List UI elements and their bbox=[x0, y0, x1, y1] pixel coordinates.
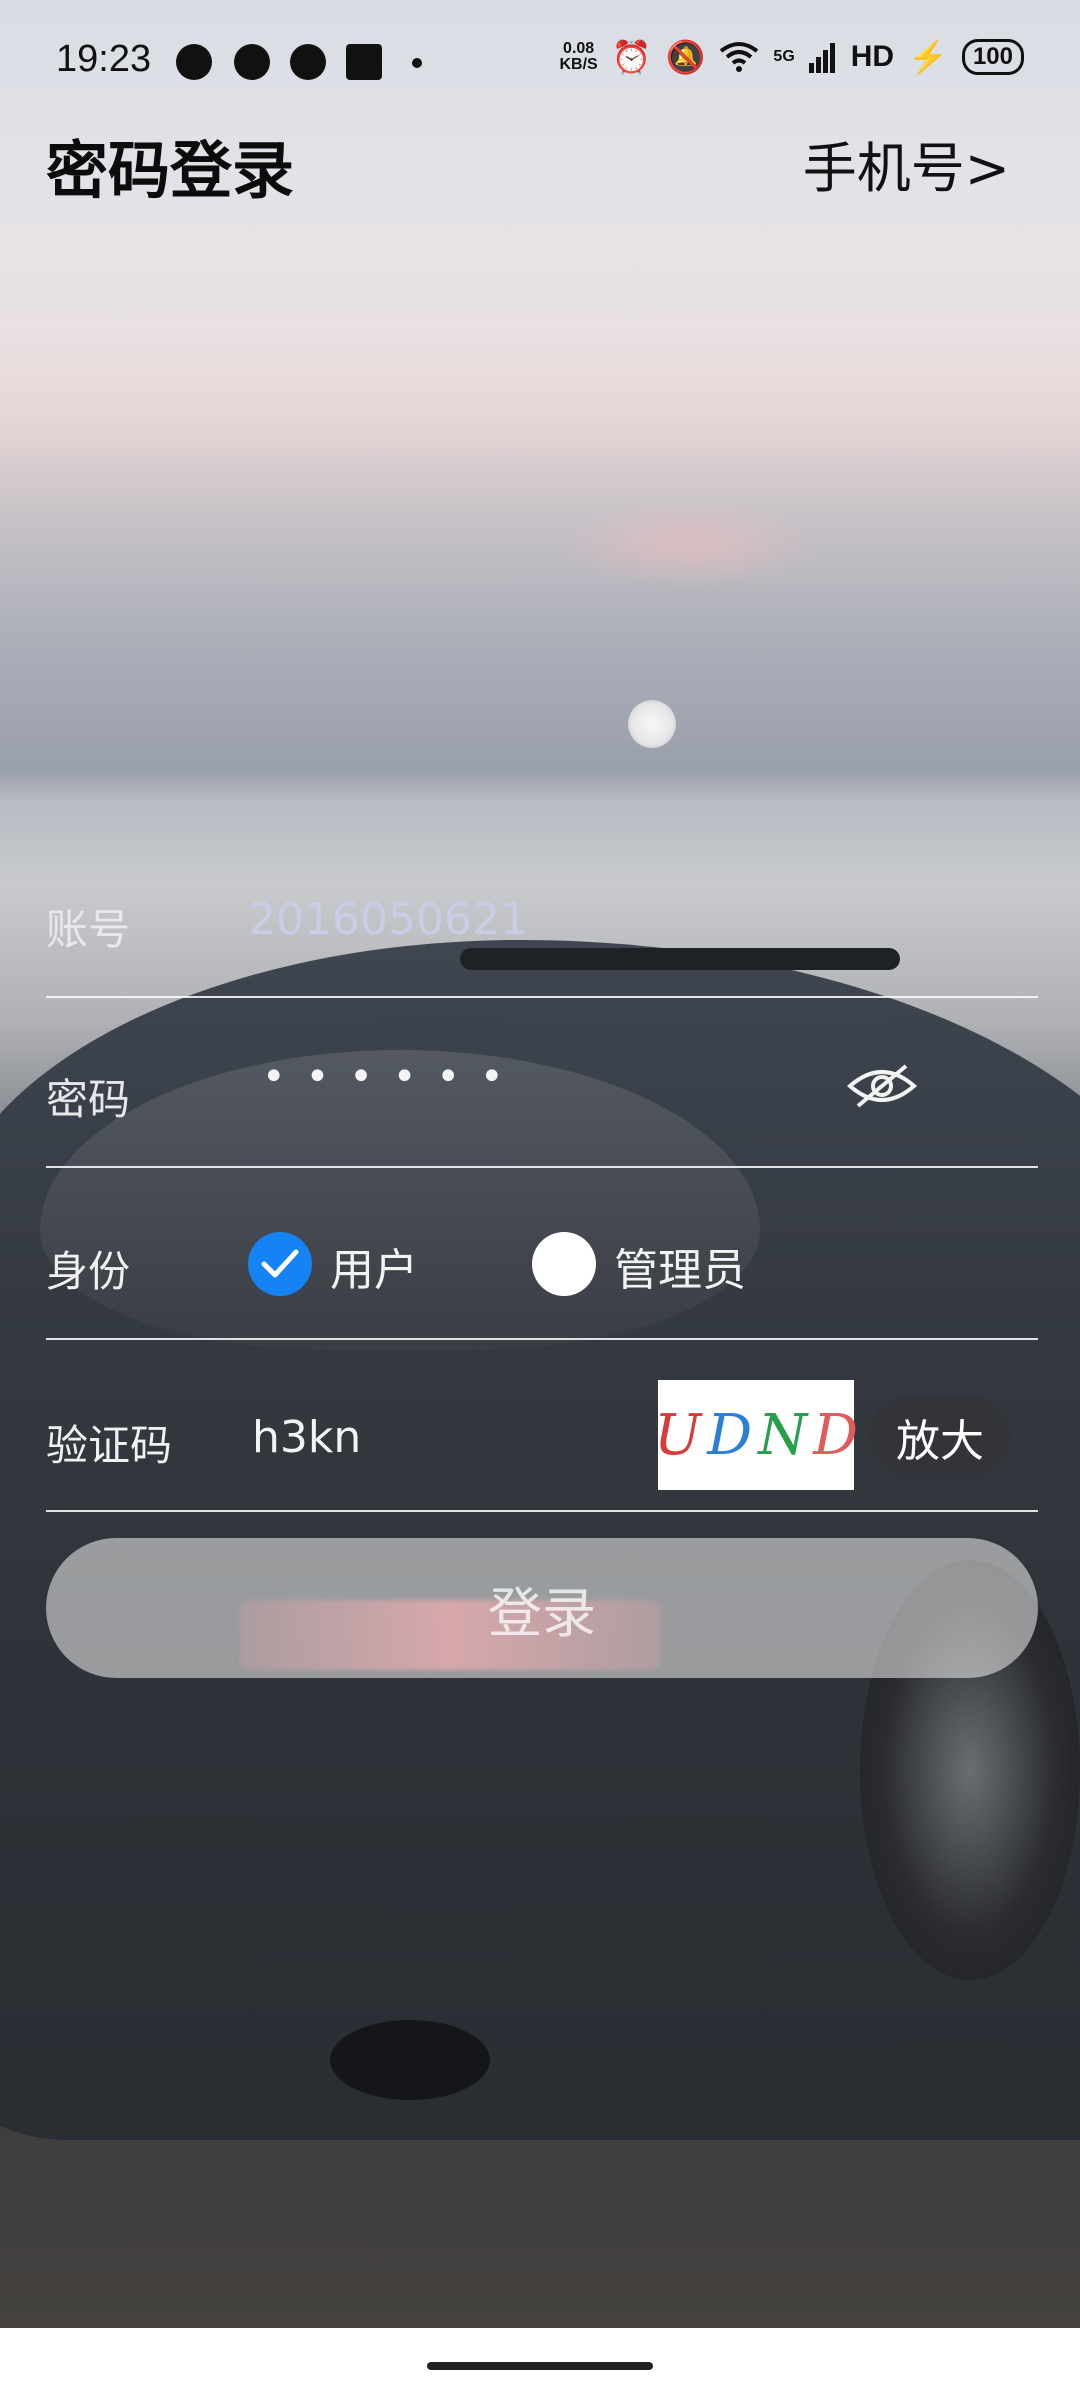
eye-off-icon[interactable] bbox=[846, 1062, 918, 1110]
wechat-icon bbox=[290, 44, 326, 80]
status-right-group: 0.08 KB/S ⏰ 🔕 5G HD ⚡ 100 bbox=[560, 38, 1024, 76]
chat-icon bbox=[234, 44, 270, 80]
page-title: 密码登录 bbox=[46, 134, 295, 207]
captcha-char: D bbox=[707, 1402, 753, 1468]
zoom-button[interactable]: 放大 bbox=[870, 1396, 1010, 1478]
password-row: 密码 •••••• bbox=[46, 996, 1038, 1168]
mute-icon: 🔕 bbox=[665, 39, 706, 75]
navigation-bar bbox=[0, 2328, 1080, 2400]
login-button[interactable]: 登录 bbox=[46, 1538, 1038, 1678]
captcha-char: D bbox=[813, 1402, 859, 1468]
charging-icon: ⚡ bbox=[908, 39, 948, 75]
sun bbox=[628, 700, 676, 748]
captcha-image[interactable]: U D N D bbox=[654, 1380, 858, 1490]
home-gesture-handle[interactable] bbox=[427, 2362, 653, 2370]
account-row: 账号 2016050621 bbox=[46, 826, 1038, 998]
signal-label: 5G bbox=[773, 48, 795, 65]
switch-to-phone-login-link[interactable]: 手机号> bbox=[803, 124, 1010, 203]
admin-radio-label[interactable]: 管理员 bbox=[614, 1234, 746, 1298]
net-speed-unit: KB/S bbox=[559, 56, 598, 73]
user-radio[interactable] bbox=[248, 1232, 312, 1296]
status-time: 19:23 bbox=[56, 38, 152, 80]
signal-icon bbox=[808, 43, 835, 73]
account-input[interactable]: 2016050621 bbox=[248, 894, 528, 945]
captcha-row: 验证码 h3kn U D N D 放大 bbox=[46, 1340, 1038, 1512]
admin-radio[interactable] bbox=[532, 1232, 596, 1296]
captcha-input[interactable]: h3kn bbox=[252, 1412, 361, 1463]
user-radio-label[interactable]: 用户 bbox=[330, 1234, 418, 1298]
battery-indicator: 100 bbox=[961, 39, 1024, 75]
identity-row: 身份 用户 管理员 bbox=[46, 1168, 1038, 1340]
more-notifications-dot bbox=[412, 58, 422, 68]
toutiao-icon bbox=[346, 44, 382, 80]
check-icon bbox=[261, 1249, 299, 1278]
account-label: 账号 bbox=[46, 905, 131, 954]
sky-glow bbox=[560, 500, 820, 590]
captcha-char: U bbox=[654, 1402, 702, 1468]
hd-label: HD bbox=[850, 40, 895, 73]
identity-label: 身份 bbox=[46, 1247, 131, 1296]
password-input[interactable]: •••••• bbox=[262, 1054, 524, 1100]
captcha-char: N bbox=[758, 1402, 808, 1468]
captcha-label: 验证码 bbox=[46, 1421, 173, 1470]
alarm-icon: ⏰ bbox=[611, 39, 652, 75]
car-exhaust bbox=[330, 2020, 490, 2100]
net-speed: 0.08 KB/S bbox=[560, 41, 598, 73]
net-speed-value: 0.08 bbox=[563, 40, 595, 57]
status-bar: 19:23 0.08 KB/S ⏰ 🔕 5G HD ⚡ 100 bbox=[0, 0, 1080, 126]
message-icon bbox=[176, 44, 212, 80]
wifi-icon bbox=[720, 42, 759, 72]
password-label: 密码 bbox=[46, 1075, 131, 1124]
